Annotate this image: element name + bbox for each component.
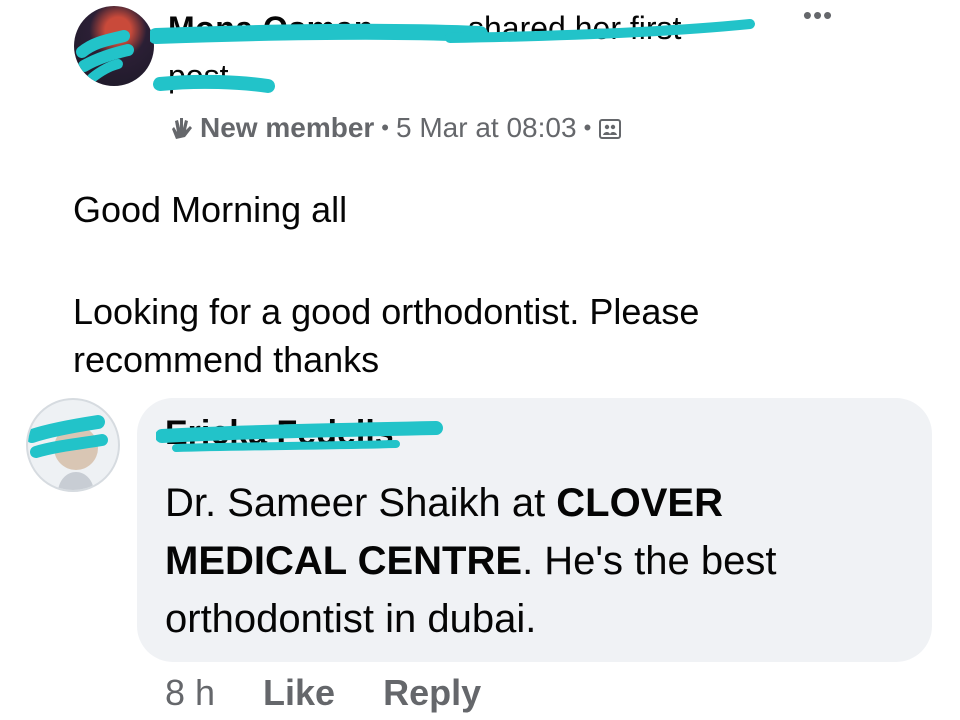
waving-hand-icon [168,115,194,141]
comment-timestamp[interactable]: 8 h [165,672,215,714]
post-author-avatar[interactable] [74,6,154,86]
comment-text-part: Dr. Sameer Shaikh at [165,481,557,525]
comment-author-avatar[interactable] [26,398,120,492]
post-body: Good Morning all Looking for a good orth… [73,186,893,384]
avatar-redaction-scribble [76,30,134,83]
post-meta-row: New member • 5 Mar at 08:03 • [168,110,622,146]
meta-separator: • [381,115,389,140]
post-body-line: Good Morning all [73,189,348,230]
new-member-badge: New member [200,112,375,143]
post-more-options-button[interactable]: ••• [796,2,840,32]
like-button[interactable]: Like [263,672,335,714]
comment-text: Dr. Sameer Shaikh at CLOVER MEDICAL CENT… [165,474,905,648]
avatar-redaction-scribble [28,415,108,490]
post-body-line: Looking for a good orthodontist. Please … [73,291,700,380]
reply-button[interactable]: Reply [383,672,481,714]
post-timestamp[interactable]: 5 Mar at 08:03 [396,112,577,144]
comment-name-redaction-scribble [156,421,443,452]
name-redaction-scribble [150,19,755,93]
meta-separator: • [583,115,592,140]
comment-actions: 8 h Like Reply [165,668,529,718]
group-audience-icon[interactable] [598,116,622,140]
